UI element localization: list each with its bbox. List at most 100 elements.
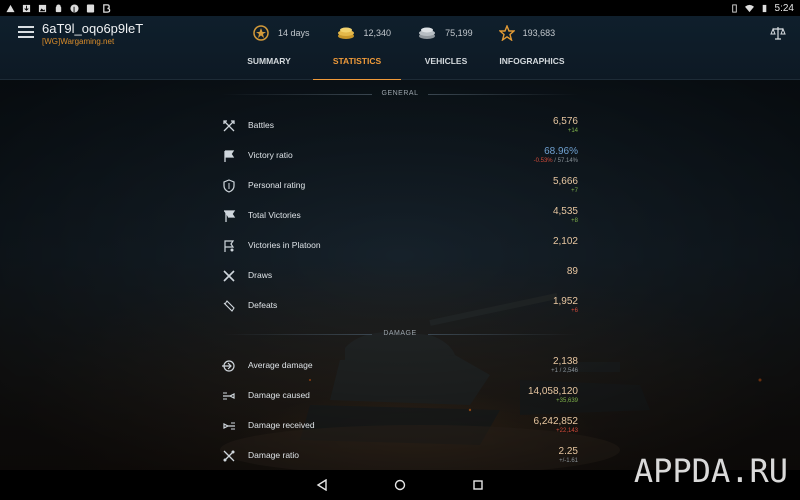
stat-row-damage-caused[interactable]: Damage caused 14,058,120 +35,639	[222, 386, 578, 412]
stat-delta: +6	[571, 308, 578, 314]
file-icon	[86, 3, 95, 13]
menu-line	[18, 26, 34, 28]
stat-row-damage-received[interactable]: Damage received 6,242,852 +22,143	[222, 416, 578, 442]
menu-line	[18, 31, 34, 33]
stat-delta: +/-1.61	[559, 458, 578, 464]
notification-icons	[6, 3, 111, 13]
stat-label: Draws	[248, 270, 273, 280]
stat-row-victories-in-platoon[interactable]: Victories in Platoon 2,102	[222, 236, 578, 262]
stat-row-average-damage[interactable]: Average damage 2,138 +1 / 2,546	[222, 356, 578, 382]
stat-value: 89	[566, 266, 578, 277]
statistics-content[interactable]: GENERAL Battles 6,576 +14 Victory ratio …	[0, 80, 800, 470]
platoon-icon	[224, 240, 235, 252]
stat-label: Defeats	[248, 300, 278, 310]
bitcoin-icon	[103, 3, 111, 13]
compare-icon[interactable]	[770, 26, 786, 40]
tab-infographics[interactable]: INFOGRAPHICS	[491, 56, 573, 81]
silver-value: 75,199	[445, 28, 473, 38]
section-general: GENERAL	[222, 90, 578, 97]
victory-flag-icon	[224, 210, 236, 222]
experience-stat: 193,683	[498, 25, 555, 41]
home-button[interactable]	[392, 477, 408, 493]
clan-tag[interactable]: [WG]Wargaming.net	[42, 37, 114, 46]
stat-value: 2,138	[552, 356, 578, 367]
hit-icon	[223, 422, 235, 430]
stat-delta: +8	[571, 218, 578, 224]
stat-value: 14,058,120	[527, 386, 578, 397]
tab-statistics[interactable]: STATISTICS	[313, 56, 401, 81]
stat-delta: +7	[571, 188, 578, 194]
stat-row-draws[interactable]: Draws 89	[222, 266, 578, 292]
stat-delta-recent: / 57.14%	[552, 158, 578, 164]
status-bar: 5:24	[0, 0, 800, 16]
premium-days: 14 days	[278, 28, 310, 38]
stat-value: 4,535	[552, 206, 578, 217]
stat-label: Damage caused	[248, 390, 310, 400]
stat-row-victory-ratio[interactable]: Victory ratio 68.96% -0.53% / 57.14%	[222, 146, 578, 172]
star-icon	[498, 25, 515, 41]
clock: 5:24	[774, 2, 794, 14]
tab-vehicles[interactable]: VEHICLES	[401, 56, 491, 81]
stat-label: Average damage	[248, 360, 313, 370]
stat-value: 6,576	[552, 116, 578, 127]
battles-icon	[223, 120, 235, 132]
vibrate-icon	[731, 3, 737, 13]
stat-label: Personal rating	[248, 180, 306, 190]
watermark: APPDA.RU	[633, 452, 788, 490]
recents-icon	[473, 480, 483, 490]
stat-delta: +22,143	[556, 428, 578, 434]
gold-stat: 12,340	[336, 26, 392, 40]
section-damage: DAMAGE	[222, 330, 578, 337]
menu-button[interactable]	[18, 26, 34, 40]
stat-value: 5,666	[552, 176, 578, 187]
stat-row-battles[interactable]: Battles 6,576 +14	[222, 116, 578, 142]
back-button[interactable]	[314, 477, 330, 493]
stat-row-damage-ratio[interactable]: Damage ratio 2.25 +/-1.61	[222, 446, 578, 470]
stat-delta-change: -0.53%	[533, 158, 553, 164]
stat-delta: -0.53% / 57.14%	[534, 158, 578, 164]
shell-icon	[223, 392, 235, 400]
stat-delta: +1 / 2,546	[551, 368, 578, 374]
stat-label: Victories in Platoon	[248, 240, 321, 250]
stat-label: Total Victories	[248, 210, 301, 220]
wifi-icon	[744, 4, 754, 12]
flag-icon	[224, 150, 235, 162]
stat-label: Damage ratio	[248, 450, 300, 460]
stat-delta: +14	[567, 128, 578, 134]
target-icon	[222, 360, 235, 372]
player-name: 6aT9l_oqo6p9leT	[42, 21, 144, 36]
premium-icon	[253, 25, 269, 41]
stat-value: 68.96%	[544, 146, 578, 157]
stat-delta: +35,639	[556, 398, 578, 404]
home-icon	[394, 479, 406, 491]
download-icon	[22, 4, 31, 12]
stat-label: Battles	[248, 120, 274, 130]
recents-button[interactable]	[470, 477, 486, 493]
stat-value: 6,242,852	[533, 416, 579, 427]
system-icons: 5:24	[730, 3, 794, 14]
stat-row-total-victories[interactable]: Total Victories 4,535 +8	[222, 206, 578, 232]
gold-value: 12,340	[363, 28, 392, 38]
image-icon	[38, 4, 47, 12]
stat-value: 1,952	[552, 296, 578, 307]
account-stats: 14 days 12,340 75,199 193,683	[252, 24, 555, 42]
ratio-icon	[223, 450, 235, 462]
warning-icon	[6, 4, 15, 12]
premium-stat: 14 days	[252, 24, 310, 42]
stat-row-personal-rating[interactable]: Personal rating 5,666 +7	[222, 176, 578, 202]
tab-summary[interactable]: SUMMARY	[225, 56, 313, 81]
stat-label: Damage received	[248, 420, 315, 430]
stat-value: 2,102	[552, 236, 578, 247]
silver-stat: 75,199	[417, 26, 473, 40]
pinterest-icon	[70, 3, 79, 13]
tab-bar: SUMMARY STATISTICS VEHICLES INFOGRAPHICS	[225, 56, 573, 81]
shield-icon	[223, 179, 235, 193]
menu-line	[18, 36, 34, 38]
android-icon	[55, 3, 62, 12]
silver-icon	[419, 27, 436, 39]
stat-value: 2.25	[558, 446, 578, 457]
stat-row-defeats[interactable]: Defeats 1,952 +6	[222, 296, 578, 322]
battery-icon	[762, 4, 766, 12]
stat-label: Victory ratio	[248, 150, 293, 160]
defeat-icon	[223, 300, 235, 312]
